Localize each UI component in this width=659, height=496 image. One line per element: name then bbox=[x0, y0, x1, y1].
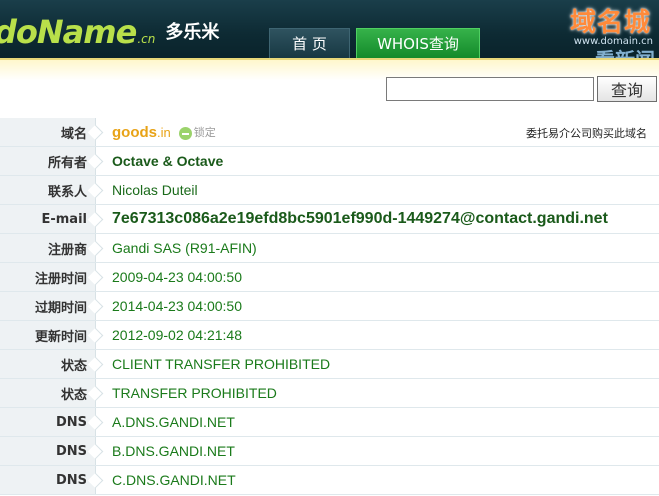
domain-tld: .in bbox=[157, 124, 171, 140]
main-nav: 首 页 WHOIS查询 bbox=[269, 28, 486, 58]
expiry-date-value: 2014-04-23 04:00:50 bbox=[112, 298, 242, 314]
updated-date-value: 2012-09-02 04:21:48 bbox=[112, 327, 242, 343]
site-header: doName .cn 多乐米 首 页 WHOIS查询 域名城 www.domai… bbox=[0, 0, 659, 58]
contact-value: Nicolas Duteil bbox=[112, 182, 198, 198]
row-label: 所有者 bbox=[0, 147, 96, 175]
table-row-domain: 域名 goods .in 锁定 委托易介公司购买此域名 bbox=[0, 118, 659, 147]
tab-home[interactable]: 首 页 bbox=[269, 28, 350, 58]
table-row-dns: DNS A.DNS.GANDI.NET bbox=[0, 408, 659, 437]
table-row-email: E-mail 7e67313c086a2e19efd8bc5901ef990d-… bbox=[0, 205, 659, 234]
watermark-title: 域名城 bbox=[569, 8, 651, 38]
table-row-status: 状态 TRANSFER PROHIBITED bbox=[0, 379, 659, 408]
search-button[interactable]: 查询 bbox=[597, 76, 657, 102]
row-label: DNS bbox=[0, 408, 96, 436]
table-row-contact: 联系人 Nicolas Duteil bbox=[0, 176, 659, 205]
table-row-registrar: 注册商 Gandi SAS (R91-AFIN) bbox=[0, 234, 659, 263]
logo-suffix: .cn bbox=[137, 32, 156, 46]
status-value: CLIENT TRANSFER PROHIBITED bbox=[112, 356, 331, 372]
row-label: 域名 bbox=[0, 118, 96, 146]
created-date-value: 2009-04-23 04:00:50 bbox=[112, 269, 242, 285]
row-label: 更新时间 bbox=[0, 321, 96, 349]
row-label: 注册时间 bbox=[0, 263, 96, 291]
watermark-logo: 域名城 www.domain.cn 看新闻 bbox=[549, 0, 659, 58]
logo-chinese-name: 多乐米 bbox=[165, 22, 220, 43]
table-row-updated: 更新时间 2012-09-02 04:21:48 bbox=[0, 321, 659, 350]
status-value: TRANSFER PROHIBITED bbox=[112, 385, 277, 401]
lock-icon bbox=[178, 126, 192, 140]
lock-status-label: 锁定 bbox=[193, 126, 216, 139]
broker-purchase-link[interactable]: 委托易介公司购买此域名 bbox=[526, 125, 647, 141]
row-label: 状态 bbox=[0, 350, 96, 378]
table-row-owner: 所有者 Octave & Octave bbox=[0, 147, 659, 176]
dns-value: B.DNS.GANDI.NET bbox=[112, 443, 235, 459]
row-label: 过期时间 bbox=[0, 292, 96, 320]
watermark-subtitle: 看新闻 bbox=[595, 44, 655, 58]
dns-value: C.DNS.GANDI.NET bbox=[112, 472, 236, 488]
dns-value: A.DNS.GANDI.NET bbox=[112, 414, 235, 430]
whois-info-table: 域名 goods .in 锁定 委托易介公司购买此域名 所有者 Octave & … bbox=[0, 118, 659, 495]
registrar-value: Gandi SAS (R91-AFIN) bbox=[112, 240, 257, 256]
row-label: E-mail bbox=[0, 205, 96, 233]
whois-search-input[interactable] bbox=[386, 77, 594, 101]
row-value: goods .in 锁定 委托易介公司购买此域名 bbox=[96, 118, 659, 146]
row-label: DNS bbox=[0, 437, 96, 465]
table-row-created: 注册时间 2009-04-23 04:00:50 bbox=[0, 263, 659, 292]
row-label: 注册商 bbox=[0, 234, 96, 262]
row-label: 状态 bbox=[0, 379, 96, 407]
search-bar: 查询 bbox=[0, 58, 659, 118]
tab-whois[interactable]: WHOIS查询 bbox=[356, 28, 480, 58]
table-row-dns: DNS C.DNS.GANDI.NET bbox=[0, 466, 659, 495]
logo-wordmark: doName bbox=[0, 13, 137, 51]
table-row-expires: 过期时间 2014-04-23 04:00:50 bbox=[0, 292, 659, 321]
table-row-dns: DNS B.DNS.GANDI.NET bbox=[0, 437, 659, 466]
table-row-status: 状态 CLIENT TRANSFER PROHIBITED bbox=[0, 350, 659, 379]
domain-name: goods bbox=[112, 123, 157, 141]
site-logo[interactable]: doName .cn 多乐米 bbox=[0, 10, 219, 50]
row-label: DNS bbox=[0, 466, 96, 494]
owner-value: Octave & Octave bbox=[112, 153, 224, 169]
row-label: 联系人 bbox=[0, 176, 96, 204]
email-value: 7e67313c086a2e19efd8bc5901ef990d-1449274… bbox=[112, 210, 608, 227]
